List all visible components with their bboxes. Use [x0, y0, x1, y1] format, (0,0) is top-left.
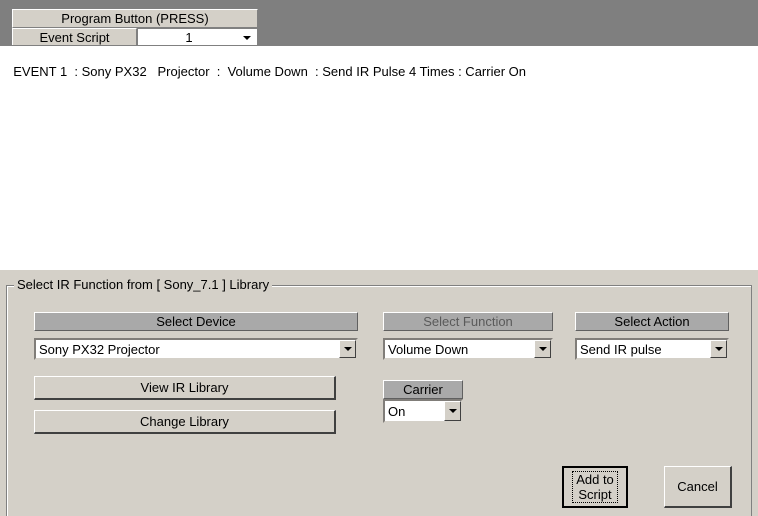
- action-value: Send IR pulse: [580, 341, 662, 357]
- action-dropdown[interactable]: Send IR pulse: [575, 338, 729, 360]
- device-value: Sony PX32 Projector: [39, 341, 160, 357]
- carrier-value: On: [388, 403, 406, 419]
- chevron-down-icon[interactable]: [444, 401, 461, 421]
- carrier-dropdown[interactable]: On: [383, 399, 463, 423]
- add-to-script-label: Add to Script: [572, 471, 618, 503]
- select-action-header: Select Action: [575, 312, 729, 331]
- add-to-script-line1: Add to: [576, 472, 614, 487]
- function-value: Volume Down: [388, 341, 469, 357]
- event-script-textarea[interactable]: EVENT 1 : Sony PX32 Projector : Volume D…: [0, 45, 758, 270]
- chevron-down-icon[interactable]: [710, 340, 727, 358]
- select-device-header: Select Device: [34, 312, 358, 331]
- view-ir-library-button[interactable]: View IR Library: [34, 376, 336, 400]
- change-library-button[interactable]: Change Library: [34, 410, 336, 434]
- function-dropdown[interactable]: Volume Down: [383, 338, 553, 360]
- cancel-button[interactable]: Cancel: [664, 466, 732, 508]
- device-dropdown[interactable]: Sony PX32 Projector: [34, 338, 358, 360]
- select-function-header: Select Function: [383, 312, 553, 331]
- program-button-label: Program Button (PRESS): [12, 9, 258, 28]
- chevron-down-icon[interactable]: [237, 35, 257, 40]
- add-to-script-line2: Script: [578, 487, 612, 502]
- chevron-down-icon[interactable]: [339, 340, 356, 358]
- carrier-header: Carrier: [383, 380, 463, 399]
- event-script-line: EVENT 1 : Sony PX32 Projector : Volume D…: [13, 64, 526, 79]
- ir-function-group-title: Select IR Function from [ Sony_7.1 ] Lib…: [14, 277, 273, 293]
- chevron-down-icon[interactable]: [534, 340, 551, 358]
- event-script-value: 1: [185, 30, 193, 45]
- add-to-script-button[interactable]: Add to Script: [562, 466, 628, 508]
